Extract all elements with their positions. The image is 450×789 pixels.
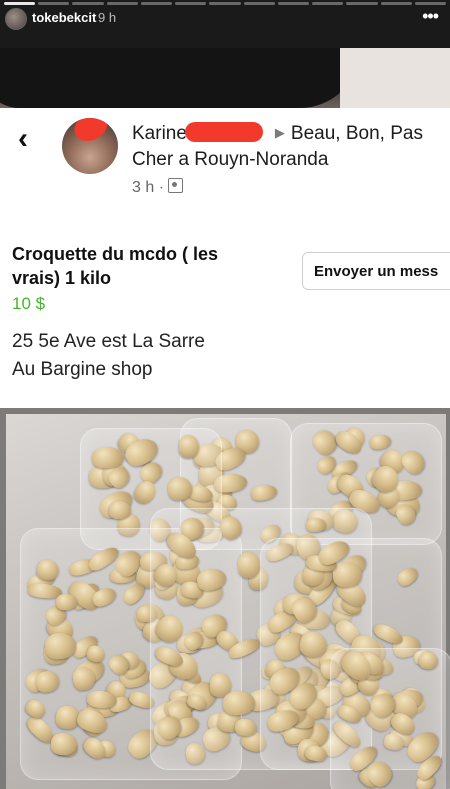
background-photo	[0, 38, 450, 108]
listing-price: 10 $	[12, 294, 46, 313]
listing-title: Croquette du mcdo ( les vrais) 1 kilo	[12, 244, 219, 288]
more-dots-icon[interactable]: •••	[422, 6, 439, 27]
story-viewer: tokebekcit 9 h ••• ‹ Karine ▶ Beau, Bon, P…	[0, 0, 450, 789]
redaction-mark	[184, 122, 263, 142]
listing-description: 25 5e Ave est La Sarre Au Bargine shop	[12, 328, 205, 384]
address-line: 25 5e Ave est La Sarre	[12, 331, 205, 352]
shop-line: Au Bargine shop	[12, 359, 153, 380]
marketplace-post-card: ‹ Karine ▶ Beau, Bon, Pas Cher a Rouyn-Nor…	[0, 108, 450, 408]
progress-segment	[4, 2, 36, 5]
story-progress-bar	[4, 2, 447, 5]
progress-segment	[243, 2, 275, 5]
progress-segment	[380, 2, 412, 5]
story-user-avatar[interactable]	[5, 8, 27, 30]
post-header: Karine ▶ Beau, Bon, Pas Cher a Rouyn-Noran…	[132, 120, 432, 173]
progress-segment	[209, 2, 241, 5]
progress-segment	[346, 2, 378, 5]
hat-shape	[0, 38, 360, 108]
progress-segment	[106, 2, 138, 5]
progress-segment	[38, 2, 70, 5]
progress-segment	[175, 2, 207, 5]
send-message-button[interactable]: Envoyer un mess	[302, 252, 450, 290]
group-icon	[168, 178, 184, 193]
listing-photo[interactable]	[0, 408, 450, 789]
redaction-mark	[70, 118, 112, 146]
progress-segment	[414, 2, 447, 5]
story-header: tokebekcit 9 h •••	[0, 0, 450, 48]
progress-segment	[72, 2, 104, 5]
arrow-right-icon: ▶	[274, 125, 285, 140]
post-time: 3 h ·	[132, 179, 165, 196]
progress-segment	[140, 2, 173, 5]
story-time: 9 h	[98, 10, 117, 25]
back-chevron-icon[interactable]: ‹	[18, 124, 28, 154]
author-name[interactable]: Karine	[132, 123, 187, 144]
skin-shape	[340, 48, 450, 108]
post-meta: 3 h ·	[132, 178, 184, 197]
progress-segment	[277, 2, 310, 5]
progress-segment	[312, 2, 344, 5]
story-username[interactable]: tokebekcit	[32, 10, 96, 25]
author-avatar[interactable]	[62, 118, 118, 174]
